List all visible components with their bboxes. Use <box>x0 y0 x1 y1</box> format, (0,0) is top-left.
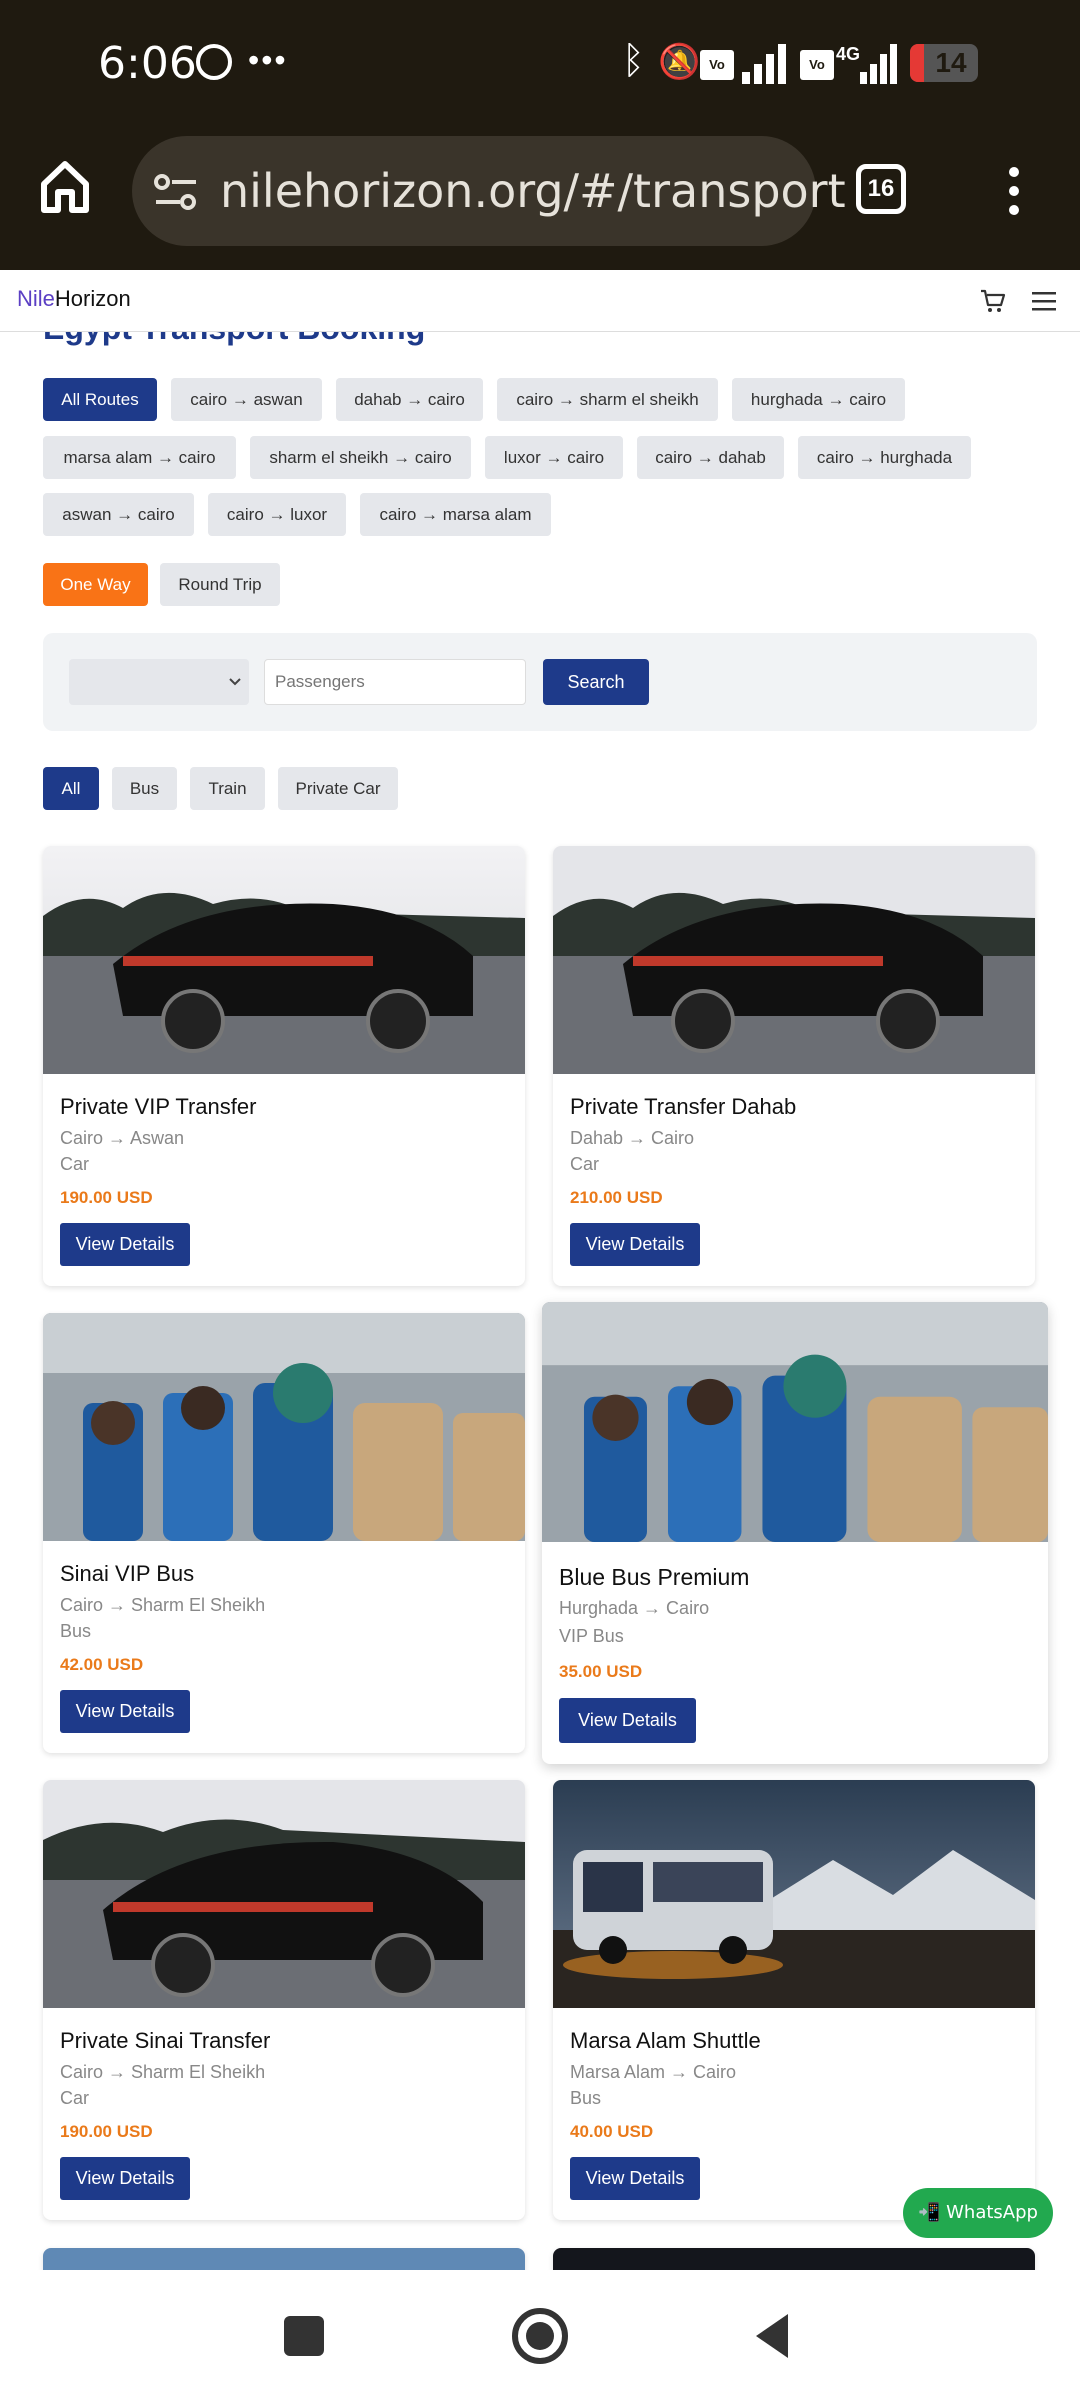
site-settings-icon[interactable] <box>154 174 198 210</box>
view-details-button[interactable]: View Details <box>570 2157 700 2200</box>
route-select[interactable] <box>69 659 249 705</box>
bus-interior-photo <box>542 1302 1048 1542</box>
card-price: 42.00 USD <box>60 1655 144 1674</box>
card-title: Private VIP Transfer <box>60 1094 257 1119</box>
bus-interior-photo <box>43 1313 525 1541</box>
site-logo[interactable]: NileHorizon <box>17 286 131 312</box>
card-price: 35.00 USD <box>559 1662 643 1681</box>
route-filter-all[interactable]: All Routes <box>43 378 157 421</box>
card-route: Hurghada → Cairo <box>559 1598 710 1618</box>
signal-icon-2 <box>860 44 897 84</box>
route-filter-hurghada-cairo[interactable]: hurghada → cairo <box>732 378 905 421</box>
url-text: nilehorizon.org/#/transport <box>220 164 846 218</box>
card-price: 190.00 USD <box>60 1188 153 1207</box>
view-details-button[interactable]: View Details <box>570 1223 700 1266</box>
mute-icon: 🔕 <box>658 43 701 81</box>
route-filter-cairo-hurghada[interactable]: cairo → hurghada <box>798 436 971 479</box>
car-photo <box>553 846 1035 1074</box>
route-filter-sharm-cairo[interactable]: sharm el sheikh → cairo <box>250 436 471 479</box>
hamburger-menu-icon[interactable] <box>1032 290 1056 312</box>
one-way-button[interactable]: One Way <box>43 563 148 606</box>
volte-icon: Vo <box>700 50 734 80</box>
search-button[interactable]: Search <box>543 659 649 705</box>
card-title: Blue Bus Premium <box>559 1564 750 1590</box>
type-filter-private-car[interactable]: Private Car <box>278 767 398 810</box>
transport-card: Private Transfer Dahab Dahab → Cairo Car… <box>553 846 1035 1286</box>
route-filter-dahab-cairo[interactable]: dahab → cairo <box>336 378 483 421</box>
type-filter-train[interactable]: Train <box>190 767 265 810</box>
search-panel: Search <box>43 633 1037 731</box>
route-filter-marsa-alam-cairo[interactable]: marsa alam → cairo <box>43 436 236 479</box>
card-title: Private Transfer Dahab <box>570 1094 797 1119</box>
car-photo <box>43 1780 525 2008</box>
whatsapp-notification-icon <box>196 44 232 80</box>
4g-label: 4G <box>836 44 861 64</box>
card-vehicle-type: Car <box>60 2088 90 2108</box>
card-vehicle-type: Car <box>60 1154 90 1174</box>
card-title: Marsa Alam Shuttle <box>570 2028 761 2053</box>
volte-icon-2: Vo <box>800 50 834 80</box>
address-bar[interactable]: nilehorizon.org/#/transport <box>132 136 846 246</box>
card-price: 210.00 USD <box>570 1188 663 1207</box>
cart-icon[interactable] <box>980 288 1006 314</box>
bluetooth-icon: ᛒ <box>622 40 645 82</box>
round-trip-button[interactable]: Round Trip <box>160 563 280 606</box>
card-price: 190.00 USD <box>60 2122 153 2141</box>
system-navigation-bar <box>0 2270 1080 2400</box>
battery-level: 14 <box>935 47 967 78</box>
route-filter-luxor-cairo[interactable]: luxor → cairo <box>485 436 623 479</box>
card-vehicle-type: Bus <box>60 1621 92 1641</box>
chevron-down-icon <box>229 678 241 686</box>
tab-count: 16 <box>867 175 895 202</box>
view-details-button[interactable]: View Details <box>559 1698 696 1743</box>
transport-card: Blue Bus Premium Hurghada → Cairo VIP Bu… <box>542 1302 1048 1764</box>
passengers-input[interactable] <box>264 659 526 705</box>
view-details-button[interactable]: View Details <box>60 1223 190 1266</box>
transport-card: Private Sinai Transfer Cairo → Sharm El … <box>43 1780 525 2220</box>
battery-icon: 14 <box>910 44 978 82</box>
route-filter-cairo-sharm[interactable]: cairo → sharm el sheikh <box>497 378 718 421</box>
tabs-button[interactable]: 16 <box>856 164 906 214</box>
route-filter-aswan-cairo[interactable]: aswan → cairo <box>43 493 194 536</box>
transport-card: Marsa Alam Shuttle Marsa Alam → Cairo Bu… <box>553 1780 1035 2220</box>
card-vehicle-type: VIP Bus <box>559 1626 624 1646</box>
card-title: Private Sinai Transfer <box>60 2028 271 2053</box>
card-title: Sinai VIP Bus <box>60 1561 195 1586</box>
card-route: Cairo → Sharm El Sheikh <box>60 2062 266 2082</box>
transport-card: Sinai VIP Bus Cairo → Sharm El Sheikh Bu… <box>43 1313 525 1753</box>
whatsapp-button[interactable]: 📲 WhatsApp <box>903 2188 1053 2238</box>
home-icon[interactable] <box>40 160 90 214</box>
browser-toolbar: nilehorizon.org/#/transport 16 <box>0 130 1080 270</box>
type-filter-all[interactable]: All <box>43 767 99 810</box>
route-filter-cairo-luxor[interactable]: cairo → luxor <box>208 493 346 536</box>
card-route: Cairo → Sharm El Sheikh <box>60 1595 266 1615</box>
view-details-button[interactable]: View Details <box>60 1690 190 1733</box>
route-filter-cairo-dahab[interactable]: cairo → dahab <box>637 436 784 479</box>
card-route: Dahab → Cairo <box>570 1128 695 1148</box>
view-details-button[interactable]: View Details <box>60 2157 190 2200</box>
card-price: 40.00 USD <box>570 2122 654 2141</box>
type-filter-bus[interactable]: Bus <box>112 767 177 810</box>
status-bar: 6:06 ••• ᛒ 🔕 Vo Vo 4G 14 <box>0 0 1080 130</box>
transport-card <box>553 2248 1035 2270</box>
site-header: NileHorizon <box>0 270 1080 332</box>
more-notifications-icon: ••• <box>248 42 288 78</box>
card-route: Cairo → Aswan <box>60 1128 185 1148</box>
card-route: Marsa Alam → Cairo <box>570 2062 737 2082</box>
route-filter-cairo-marsa-alam[interactable]: cairo → marsa alam <box>360 493 551 536</box>
card-vehicle-type: Bus <box>570 2088 602 2108</box>
card-vehicle-type: Car <box>570 1154 600 1174</box>
route-filter-cairo-aswan[interactable]: cairo → aswan <box>171 378 322 421</box>
transport-card <box>43 2248 525 2270</box>
home-button[interactable] <box>510 2306 570 2366</box>
recents-button[interactable] <box>284 2316 324 2356</box>
signal-icon <box>742 44 786 84</box>
bus-photo <box>553 1780 1035 2008</box>
car-photo <box>43 846 525 1074</box>
transport-card: Private VIP Transfer Cairo → Aswan Car 1… <box>43 846 525 1286</box>
back-button[interactable] <box>752 2312 792 2360</box>
status-time: 6:06 <box>98 38 197 89</box>
web-page: NileHorizon Egypt Transport Booking All … <box>0 270 1080 2270</box>
more-menu-icon[interactable] <box>1004 166 1024 216</box>
